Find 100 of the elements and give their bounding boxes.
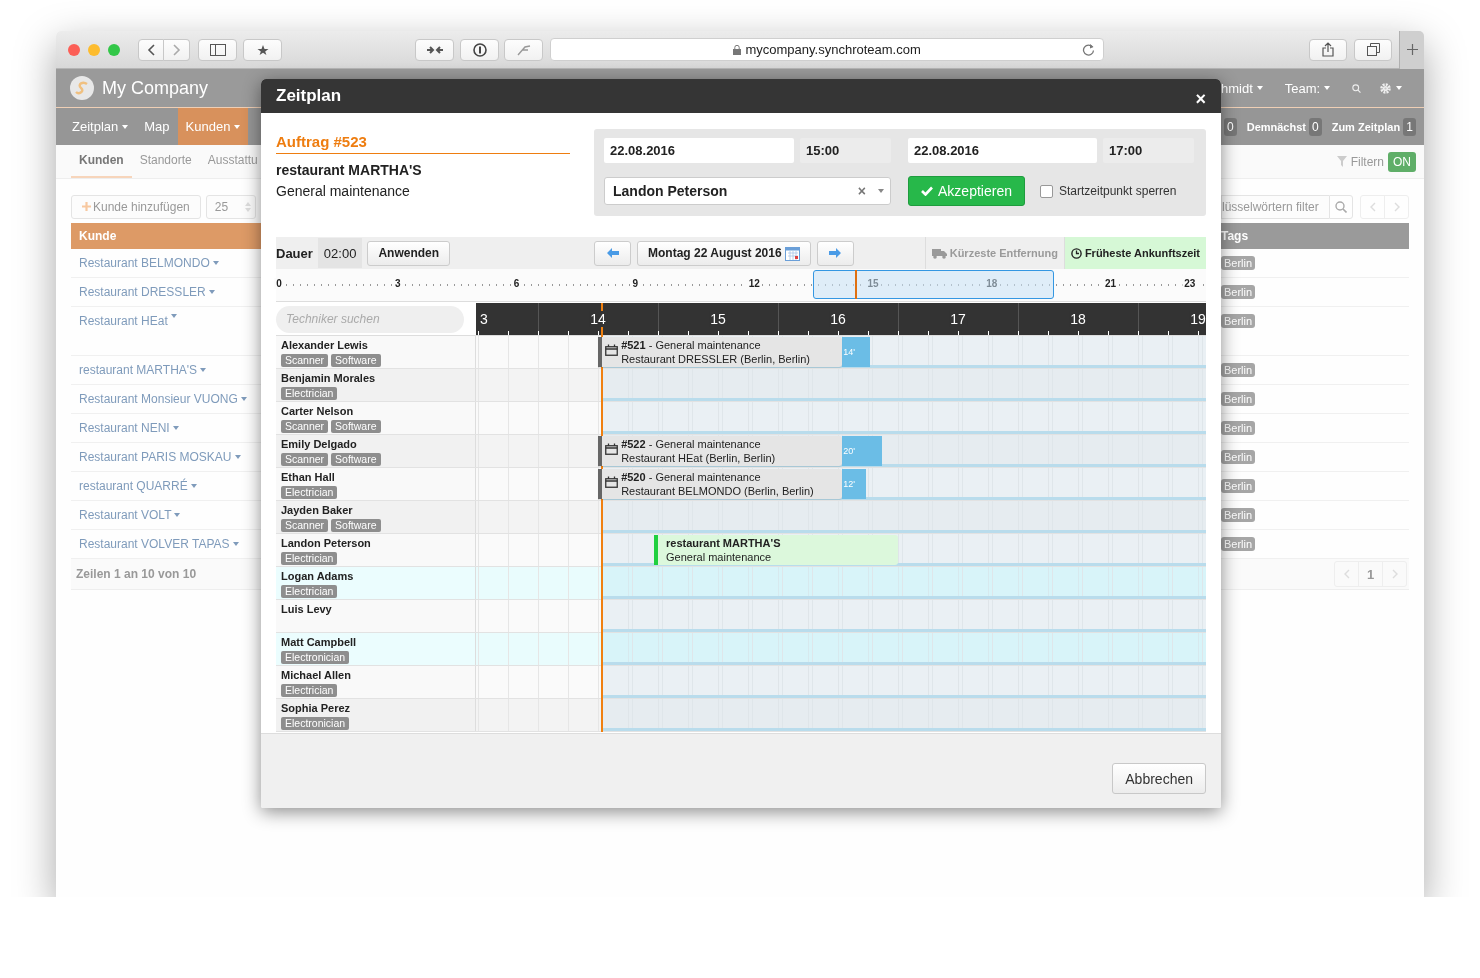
technician-select[interactable]: Landon Peterson ×: [604, 177, 891, 205]
travel-time-block: 20': [842, 436, 883, 466]
skill-tag: Electrician: [281, 387, 338, 400]
clear-button[interactable]: ×: [857, 183, 866, 199]
skill-tag: Software: [331, 354, 381, 367]
customer-link[interactable]: Restaurant PARIS MOSKAU: [79, 450, 232, 464]
row-count: Zeilen 1 an 10 von 10: [71, 559, 261, 590]
hour-label: 3: [479, 311, 489, 327]
skill-tag: Electrician: [281, 486, 338, 499]
dialog-title: Zeitplan: [276, 86, 342, 106]
skill-tag: Scanner: [281, 453, 329, 466]
customer-link[interactable]: Restaurant DRESSLER: [79, 285, 206, 299]
job-customer: restaurant MARTHA'S: [666, 536, 781, 550]
skill-tag: Scanner: [281, 420, 329, 433]
skill-tag: Electronician: [281, 651, 350, 664]
counter-label[interactable]: Demnächst: [1246, 120, 1306, 133]
end-time-field[interactable]: 17:00: [1103, 138, 1194, 163]
skill-tag: Scanner: [281, 519, 329, 532]
customer-link[interactable]: Restaurant BELMONDO: [79, 256, 210, 270]
tab[interactable]: Standorte: [131, 153, 200, 178]
technician-name: Emily Delgado: [281, 438, 358, 451]
close-button[interactable]: ×: [1195, 88, 1206, 110]
hour-label: 6: [511, 278, 522, 289]
filter-toggle[interactable]: ON: [1388, 151, 1416, 172]
tag: Berlin: [1221, 479, 1256, 493]
menu-item[interactable]: Map: [136, 108, 178, 145]
hour-label: 23: [1182, 278, 1198, 289]
technician-name: Landon Peterson: [281, 537, 372, 550]
start-time-field[interactable]: 15:00: [800, 138, 891, 163]
cancel-button[interactable]: Abbrechen: [1112, 763, 1206, 794]
customer-link[interactable]: Restaurant HEat: [79, 314, 168, 328]
customer-link[interactable]: restaurant QUARRÉ: [79, 479, 188, 493]
tab[interactable]: Kunden: [71, 153, 132, 178]
hour-label: 3: [393, 278, 403, 289]
apply-button[interactable]: Anwenden: [367, 240, 451, 266]
travel-time-block: 12': [842, 469, 867, 499]
job-block[interactable]: #520 - General maintenance Restaurant BELMONDO (Berlin, Berlin): [598, 469, 843, 499]
hour-label: 9: [630, 278, 641, 289]
hour-label: 17: [949, 311, 967, 327]
tag: Berlin: [1221, 508, 1256, 522]
page-size-select[interactable]: 25: [205, 195, 256, 219]
travel-time-block: 14': [842, 337, 871, 367]
skill-tag: Software: [331, 453, 381, 466]
technician-search-field[interactable]: Techniker suchen: [276, 305, 464, 333]
counter-label[interactable]: Zum Zeitplan: [1331, 120, 1401, 133]
customer-name: restaurant MARTHA'S: [276, 162, 423, 178]
menu-item[interactable]: Kunden: [177, 108, 249, 145]
add-customer-button[interactable]: Kunde hinzufügen: [71, 195, 201, 219]
hour-label: 12: [746, 278, 762, 289]
hour-label: 21: [1103, 278, 1119, 289]
tag: Berlin: [1221, 256, 1256, 270]
end-date-field[interactable]: 22.08.2016: [908, 138, 1097, 163]
order-heading: Auftrag #523: [276, 129, 570, 154]
tag: Berlin: [1221, 314, 1256, 328]
technician-name: Luis Levy: [281, 603, 333, 616]
job-block[interactable]: #521 - General maintenance Restaurant DRESSLER (Berlin, Berlin): [598, 337, 843, 367]
hour-label: 19: [1189, 311, 1206, 327]
url-text: mycompany.synchroteam.com: [745, 42, 921, 57]
filter-label: Filtern: [1350, 154, 1384, 169]
job-description: General maintenance: [666, 550, 772, 564]
count-badge: 0: [1224, 117, 1237, 136]
proposed-job-block[interactable]: restaurant MARTHA'S General maintenance: [654, 535, 898, 565]
job-block[interactable]: #522 - General maintenance Restaurant HEat (Berlin, Berlin): [598, 436, 843, 466]
hour-label: 14: [589, 311, 607, 327]
technician-name: Ethan Hall: [281, 471, 336, 484]
job-title: #520 - General maintenance: [621, 470, 762, 484]
skill-tag: Electrician: [281, 585, 338, 598]
user-menu[interactable]: hmidt: [1221, 80, 1263, 96]
tag: Berlin: [1221, 421, 1256, 435]
menu-item[interactable]: Zeitplan: [64, 108, 137, 145]
customer-link[interactable]: Restaurant VOLT: [79, 508, 172, 522]
tag: Berlin: [1221, 392, 1256, 406]
address-bar[interactable]: mycompany.synchroteam.com: [550, 38, 1105, 61]
date-button[interactable]: Montag 22 August 2016: [637, 240, 811, 266]
skill-tag: Electrician: [281, 684, 338, 697]
duration-field[interactable]: 02:00: [317, 238, 363, 268]
tag: Berlin: [1221, 450, 1256, 464]
customer-link[interactable]: restaurant MARTHA'S: [79, 363, 198, 377]
skill-tag: Software: [331, 420, 381, 433]
brand-name: My Company: [102, 77, 209, 99]
tag: Berlin: [1221, 363, 1256, 377]
start-date-field[interactable]: 22.08.2016: [604, 138, 794, 163]
customer-link[interactable]: Restaurant NENI: [79, 421, 170, 435]
search-field[interactable]: lüsselwörtern filter: [1221, 195, 1329, 219]
customer-link[interactable]: Restaurant Monsieur VUONG: [79, 392, 238, 406]
count-badge: 0: [1309, 117, 1322, 136]
column-header: Kunde: [71, 223, 261, 249]
hour-label: 15: [709, 311, 727, 327]
hour-label: 18: [1069, 311, 1087, 327]
technician-name: Alexander Lewis: [281, 339, 369, 352]
tag: Berlin: [1221, 285, 1256, 299]
sort-option[interactable]: Früheste Ankunftszeit: [1063, 237, 1206, 269]
count-badge: 1: [1403, 117, 1416, 136]
technician-name: Sophia Perez: [281, 702, 352, 715]
duration-label: Dauer: [276, 245, 313, 261]
accept-button[interactable]: Akzeptieren: [908, 176, 1025, 206]
job-location: Restaurant BELMONDO (Berlin, Berlin): [621, 484, 814, 498]
skill-tag: Software: [331, 519, 381, 532]
team-menu[interactable]: Team:: [1284, 80, 1331, 96]
customer-link[interactable]: Restaurant VOLVER TAPAS: [79, 537, 230, 551]
